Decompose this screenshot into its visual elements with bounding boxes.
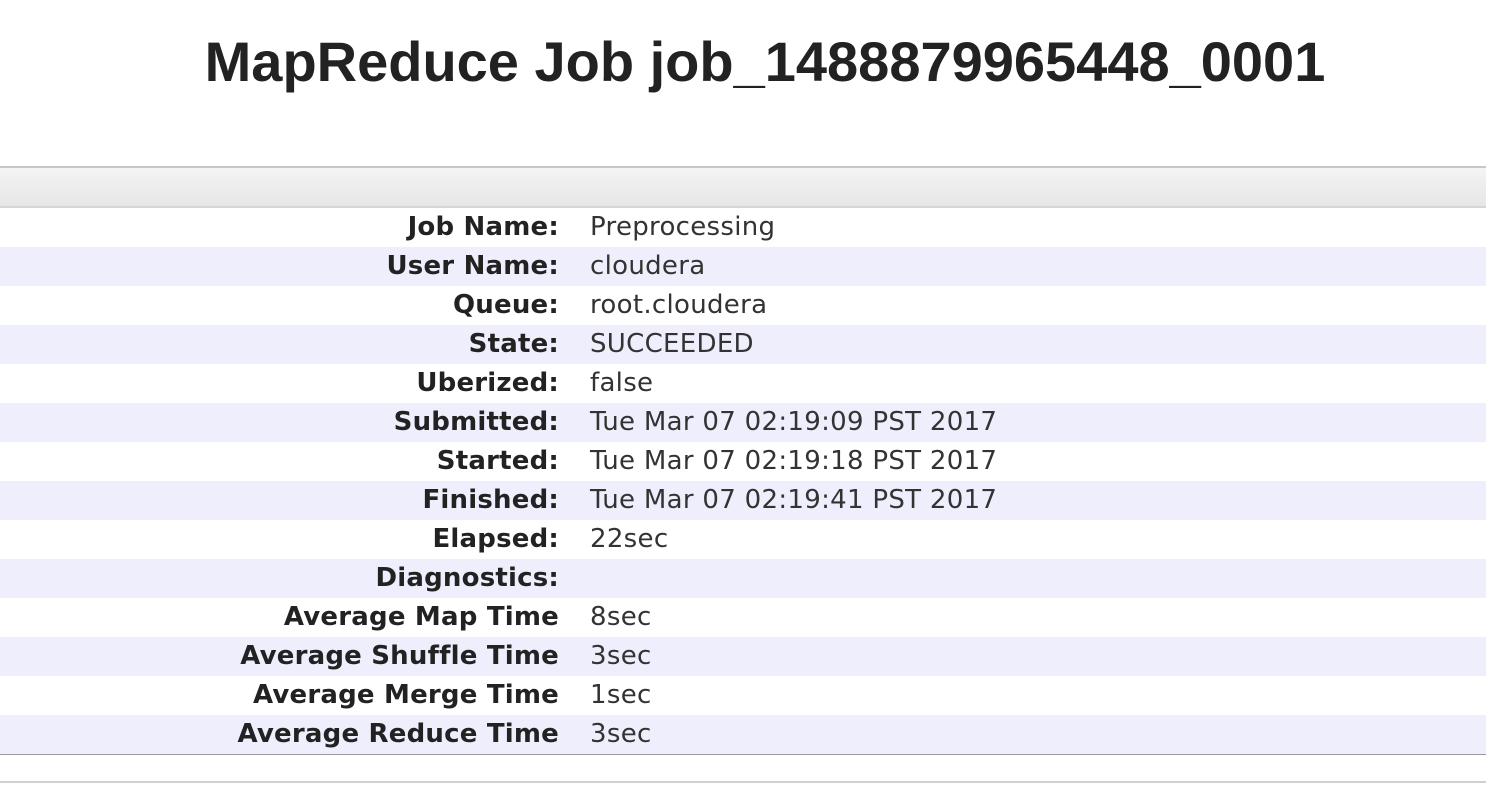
info-label: Diagnostics: [0, 559, 559, 598]
info-row-average-reduce-time: Average Reduce Time 3sec [0, 715, 1486, 754]
info-row-average-merge-time: Average Merge Time 1sec [0, 676, 1486, 715]
info-value: Tue Mar 07 02:19:41 PST 2017 [559, 481, 1486, 520]
info-label: State: [0, 325, 559, 364]
info-label: Started: [0, 442, 559, 481]
info-row-state: State: SUCCEEDED [0, 325, 1486, 364]
info-label: Average Reduce Time [0, 715, 559, 754]
info-label: Job Name: [0, 208, 559, 247]
info-label: Queue: [0, 286, 559, 325]
info-label: Finished: [0, 481, 559, 520]
info-row-submitted: Submitted: Tue Mar 07 02:19:09 PST 2017 [0, 403, 1486, 442]
info-row-user-name: User Name: cloudera [0, 247, 1486, 286]
info-row-uberized: Uberized: false [0, 364, 1486, 403]
info-label: Average Merge Time [0, 676, 559, 715]
info-value: Tue Mar 07 02:19:18 PST 2017 [559, 442, 1486, 481]
info-value: 22sec [559, 520, 1486, 559]
info-label: User Name: [0, 247, 559, 286]
info-label: Submitted: [0, 403, 559, 442]
panel-header-bar [0, 166, 1486, 208]
panel-footer-divider [0, 781, 1486, 783]
info-value: root.cloudera [559, 286, 1486, 325]
info-value: 3sec [559, 715, 1486, 754]
info-label: Average Map Time [0, 598, 559, 637]
info-value: false [559, 364, 1486, 403]
page-title: MapReduce Job job_1488879965448_0001 [204, 30, 1326, 93]
table-bottom-border [0, 754, 1486, 781]
info-label: Uberized: [0, 364, 559, 403]
info-value: 8sec [559, 598, 1486, 637]
info-row-diagnostics: Diagnostics: [0, 559, 1486, 598]
info-row-elapsed: Elapsed: 22sec [0, 520, 1486, 559]
info-value: cloudera [559, 247, 1486, 286]
job-overview-panel: Job Name: Preprocessing User Name: cloud… [0, 166, 1486, 783]
info-value: SUCCEEDED [559, 325, 1486, 364]
info-label: Average Shuffle Time [0, 637, 559, 676]
info-label: Elapsed: [0, 520, 559, 559]
info-value: Preprocessing [559, 208, 1486, 247]
info-row-finished: Finished: Tue Mar 07 02:19:41 PST 2017 [0, 481, 1486, 520]
info-value: Tue Mar 07 02:19:09 PST 2017 [559, 403, 1486, 442]
info-row-job-name: Job Name: Preprocessing [0, 208, 1486, 247]
info-value [559, 559, 1486, 598]
info-value: 3sec [559, 637, 1486, 676]
info-row-started: Started: Tue Mar 07 02:19:18 PST 2017 [0, 442, 1486, 481]
info-value: 1sec [559, 676, 1486, 715]
job-info-table: Job Name: Preprocessing User Name: cloud… [0, 208, 1486, 754]
info-row-queue: Queue: root.cloudera [0, 286, 1486, 325]
info-row-average-shuffle-time: Average Shuffle Time 3sec [0, 637, 1486, 676]
info-row-average-map-time: Average Map Time 8sec [0, 598, 1486, 637]
